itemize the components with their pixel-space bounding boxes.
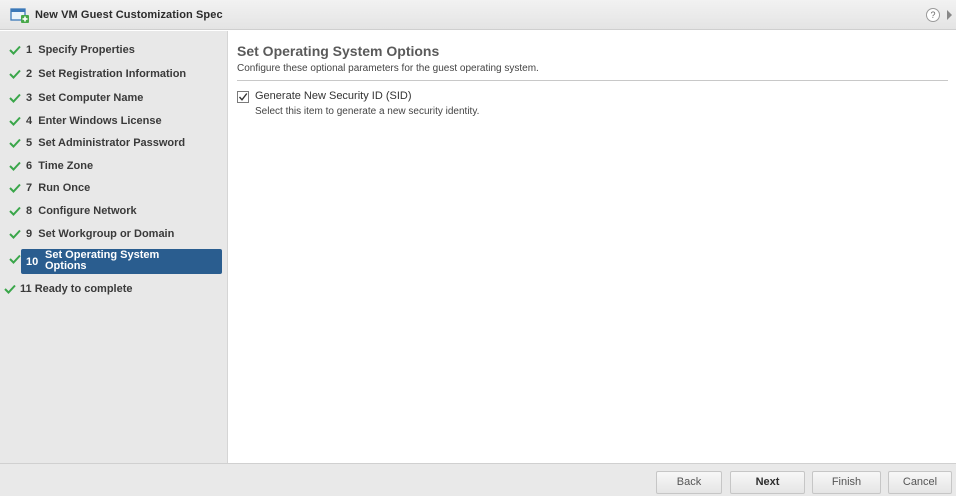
wizard-step-text: Configure Network bbox=[38, 205, 137, 217]
check-icon bbox=[9, 138, 21, 148]
wizard-step-number: 2 bbox=[26, 68, 33, 80]
checkmark-icon bbox=[238, 93, 248, 101]
next-button[interactable]: Next bbox=[730, 471, 805, 494]
wizard-step-1[interactable]: 1 Specify Properties bbox=[0, 40, 228, 62]
wizard-step-label: 3 Set Computer Name bbox=[26, 92, 143, 104]
wizard-step-number: 4 bbox=[26, 115, 33, 127]
wizard-step-number: 11 bbox=[20, 283, 32, 295]
generate-sid-checkbox[interactable] bbox=[237, 91, 249, 103]
wizard-step-8[interactable]: 8 Configure Network bbox=[0, 201, 228, 223]
generate-sid-label[interactable]: Generate New Security ID (SID) bbox=[255, 90, 412, 102]
new-spec-icon bbox=[10, 7, 30, 23]
wizard-step-11[interactable]: 11 Ready to complete bbox=[0, 279, 228, 301]
check-icon bbox=[9, 254, 21, 264]
page-title: Set Operating System Options bbox=[237, 43, 440, 59]
wizard-step-text: Run Once bbox=[38, 182, 91, 194]
check-icon bbox=[9, 206, 21, 216]
wizard-step-text: Set Administrator Password bbox=[38, 137, 186, 149]
wizard-step-text: Ready to complete bbox=[34, 283, 133, 295]
wizard-step-text: Specify Properties bbox=[38, 44, 135, 56]
wizard-step-label: 2 Set Registration Information bbox=[26, 68, 186, 80]
page-subtitle: Configure these optional parameters for … bbox=[237, 63, 539, 74]
wizard-step-number: 7 bbox=[26, 182, 33, 194]
wizard-step-text: Time Zone bbox=[38, 160, 94, 172]
wizard-step-2[interactable]: 2 Set Registration Information bbox=[0, 64, 228, 86]
wizard-step-label: 7 Run Once bbox=[26, 182, 90, 194]
wizard-step-label: 1 Specify Properties bbox=[26, 44, 135, 56]
wizard-step-number: 9 bbox=[26, 228, 33, 240]
wizard-step-label: 8 Configure Network bbox=[26, 205, 137, 217]
check-icon bbox=[9, 93, 21, 103]
wizard-step-label: 4 Enter Windows License bbox=[26, 115, 162, 127]
check-icon bbox=[9, 45, 21, 55]
main-content: Set Operating System Options Configure t… bbox=[229, 31, 956, 463]
wizard-step-label: 6 Time Zone bbox=[26, 160, 93, 172]
wizard-step-label: 5 Set Administrator Password bbox=[26, 137, 185, 149]
help-icon[interactable]: ? bbox=[926, 8, 940, 22]
wizard-step-number: 6 bbox=[26, 160, 33, 172]
wizard-step-7[interactable]: 7 Run Once bbox=[0, 178, 228, 200]
dialog-title: New VM Guest Customization Spec bbox=[35, 9, 223, 21]
wizard-step-number: 5 bbox=[26, 137, 33, 149]
wizard-step-text: Set Computer Name bbox=[38, 92, 144, 104]
wizard-step-3[interactable]: 3 Set Computer Name bbox=[0, 88, 228, 110]
wizard-step-10-active[interactable]: 10 Set Operating System Options bbox=[0, 249, 223, 274]
finish-button[interactable]: Finish bbox=[812, 471, 881, 494]
dialog-title-bar: New VM Guest Customization Spec ? bbox=[0, 0, 956, 30]
check-icon bbox=[9, 183, 21, 193]
wizard-step-number: 3 bbox=[26, 92, 33, 104]
check-icon bbox=[9, 116, 21, 126]
divider bbox=[237, 80, 948, 81]
check-icon bbox=[4, 284, 16, 294]
wizard-step-label: 11 Ready to complete bbox=[20, 283, 133, 295]
check-icon bbox=[9, 161, 21, 171]
wizard-steps-sidebar: 1 Specify Properties 2 Set Registration … bbox=[0, 31, 228, 463]
wizard-step-label: 9 Set Workgroup or Domain bbox=[26, 228, 174, 240]
wizard-step-number: 8 bbox=[26, 205, 33, 217]
wizard-step-6[interactable]: 6 Time Zone bbox=[0, 156, 228, 178]
check-icon bbox=[9, 229, 21, 239]
generate-sid-description: Select this item to generate a new secur… bbox=[255, 106, 480, 117]
wizard-step-4[interactable]: 4 Enter Windows License bbox=[0, 111, 228, 133]
cancel-button[interactable]: Cancel bbox=[888, 471, 952, 494]
wizard-step-text: Set Workgroup or Domain bbox=[38, 228, 175, 240]
wizard-step-5[interactable]: 5 Set Administrator Password bbox=[0, 133, 228, 155]
dialog-footer: Back Next Finish Cancel bbox=[0, 463, 956, 496]
wizard-step-number: 1 bbox=[26, 44, 33, 56]
wizard-step-9[interactable]: 9 Set Workgroup or Domain bbox=[0, 224, 228, 246]
back-button[interactable]: Back bbox=[656, 471, 722, 494]
expand-arrow-icon[interactable] bbox=[947, 10, 952, 20]
wizard-step-number: 10 bbox=[26, 256, 39, 268]
wizard-step-text: Enter Windows License bbox=[38, 115, 162, 127]
wizard-step-text: Set Operating System Options bbox=[45, 249, 160, 272]
wizard-step-text: Set Registration Information bbox=[38, 68, 187, 80]
check-icon bbox=[9, 69, 21, 79]
